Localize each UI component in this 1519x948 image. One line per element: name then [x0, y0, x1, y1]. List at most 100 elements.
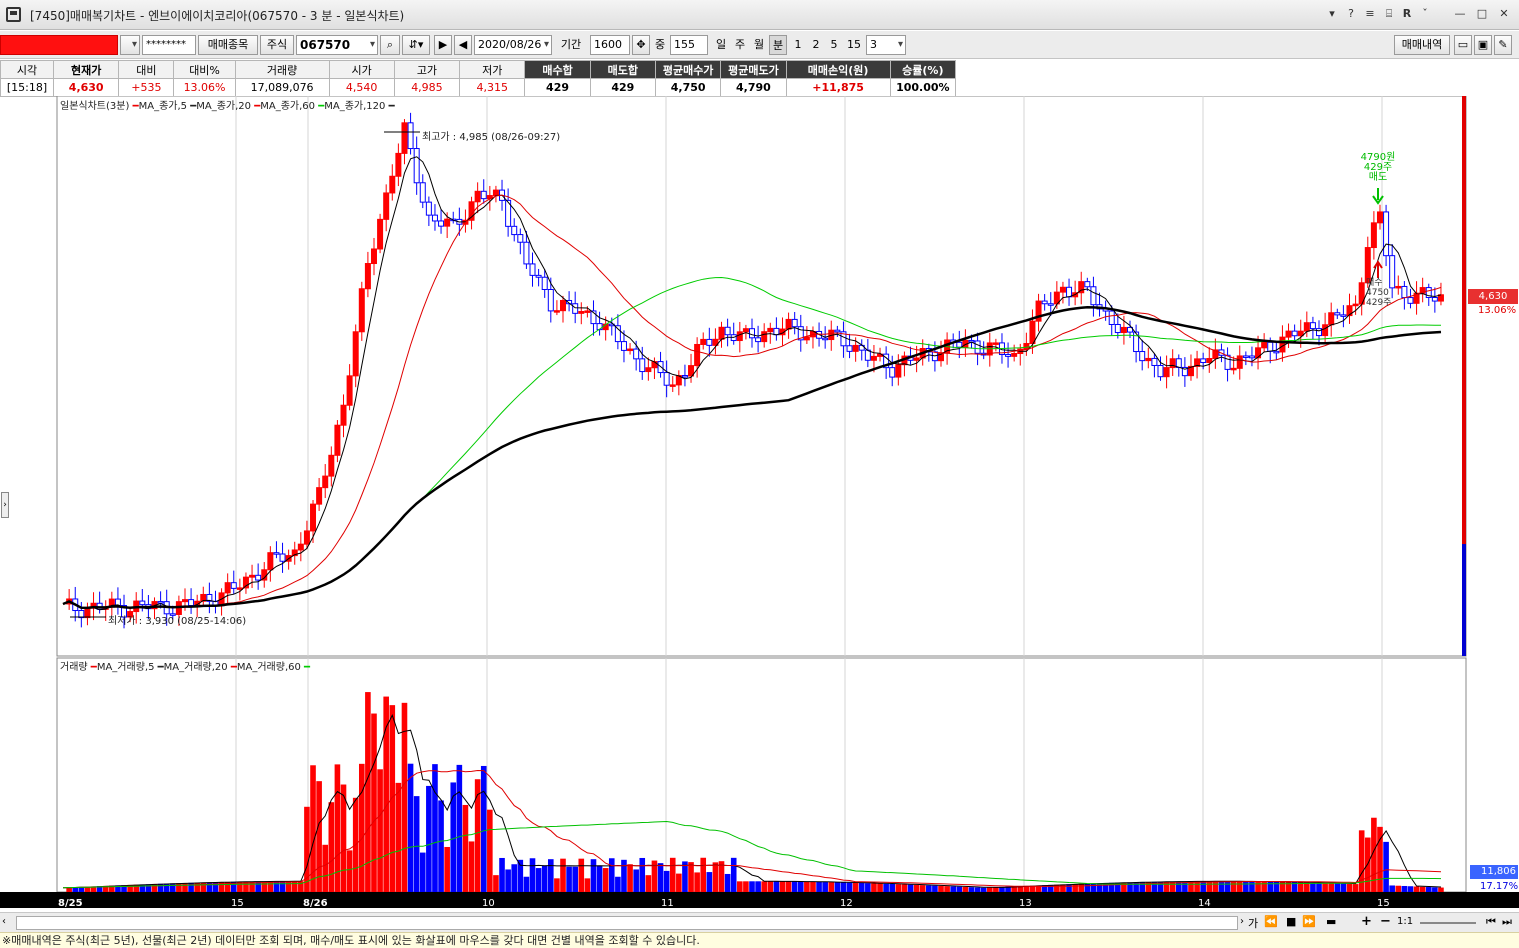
interval-5[interactable]: 5 [826, 35, 842, 55]
zoom-out-icon[interactable]: − [1380, 914, 1391, 929]
header-open: 시가 [328, 60, 395, 79]
candle-down [1224, 354, 1231, 370]
volume-bar-up [779, 881, 786, 892]
volume-bar-down [980, 887, 987, 892]
stock-code-input[interactable]: 067570 [296, 35, 378, 55]
period-input[interactable]: 1600 [590, 35, 630, 55]
legend-vma20: MA_거래량,20 [163, 662, 228, 673]
volume-bar-up [676, 873, 682, 892]
next-arrow-icon[interactable]: ▶ [434, 35, 452, 55]
interval-select[interactable]: 3 [866, 35, 906, 55]
save-icon[interactable]: ▣ [1474, 35, 1492, 55]
search-icon[interactable]: ⌕ [380, 35, 400, 55]
candle-up [700, 338, 707, 345]
candle-up [718, 326, 725, 340]
menu-dropdown-icon[interactable]: ▾ [1326, 5, 1338, 23]
chart-scrollbar[interactable]: ‹ › 가 ⏪ ■ ⏩ ▬ + − 1:1 ⏮ ⏭ [0, 912, 1519, 932]
candle-down [1041, 300, 1048, 305]
trade-items-button[interactable]: 매매종목 [198, 35, 258, 55]
candle-down [1267, 341, 1274, 352]
candle-down [681, 374, 688, 378]
volume-bar-up [1322, 883, 1328, 892]
header-pnl: 매매손익(원) [785, 60, 891, 79]
chart-canvas[interactable] [0, 96, 1519, 916]
volume-bar-up [700, 857, 707, 892]
header-high: 고가 [393, 60, 461, 79]
collapse-icon[interactable]: ˇ [1418, 5, 1432, 23]
candle-up [627, 348, 634, 352]
rewind-icon[interactable]: ⏪ [1264, 915, 1278, 928]
candle-down [157, 601, 164, 604]
volume-bar-down [1267, 881, 1274, 892]
layout-icon[interactable]: ⌸ [1382, 5, 1396, 23]
volume-bar-down [615, 876, 621, 892]
zoom-in-icon[interactable]: + [1361, 914, 1372, 929]
value-change-pct: 13.06% [173, 78, 236, 97]
info-header-row: 시각 현재가 대비 대비% 거래량 시가 고가 저가 매수합 매도합 평균매수가… [0, 60, 957, 79]
speed-slider-icon[interactable]: ▬ [1326, 915, 1336, 928]
price-panel [56, 96, 1467, 657]
xlabel-0: 8/25 [58, 898, 83, 909]
price-legend-title: 일본식차트(3분) [60, 101, 130, 112]
trade-history-button[interactable]: 매매내역 [1394, 35, 1450, 55]
candle-down [529, 263, 536, 276]
account-dropdown[interactable] [120, 35, 140, 55]
scroll-first-icon[interactable]: ⏮ [1486, 915, 1496, 929]
folder-icon[interactable]: ▭ [1454, 35, 1472, 55]
candle-down [1139, 351, 1146, 362]
candle-up [742, 328, 749, 333]
candle-up [736, 331, 743, 342]
sort-icon[interactable]: ⇵▾ [402, 35, 430, 55]
xlabel-6: 13 [1019, 898, 1032, 909]
wrench-icon[interactable]: ✎ [1494, 35, 1512, 55]
password-field[interactable]: ******** [142, 35, 196, 55]
candle-up [303, 530, 310, 545]
volume-bar-up [785, 881, 792, 892]
xlabel-1: 15 [231, 898, 244, 909]
minimize-icon[interactable]: — [1452, 5, 1468, 23]
refresh-r-icon[interactable]: R [1400, 5, 1414, 23]
close-icon[interactable]: ✕ [1496, 5, 1512, 23]
volume-bar-down [1334, 883, 1341, 892]
date-input[interactable]: 2020/08/26 [474, 35, 552, 55]
timeframe-month[interactable]: 월 [750, 35, 768, 55]
market-type-button[interactable]: 주식 [260, 35, 294, 55]
prev-arrow-icon[interactable]: ◀ [454, 35, 472, 55]
interval-1[interactable]: 1 [790, 35, 806, 55]
volume-legend-title: 거래량 [60, 662, 88, 673]
volume-bar-up [871, 883, 877, 892]
count-input[interactable]: 155 [670, 35, 708, 55]
volume-bar-up [151, 883, 158, 892]
volume-bar-down [797, 881, 804, 892]
help-icon[interactable]: ? [1345, 5, 1357, 23]
list-icon[interactable]: ≡ [1363, 5, 1377, 23]
scroll-left-icon[interactable]: ‹ [2, 916, 14, 930]
zoom-reset[interactable]: 1:1 [1397, 916, 1413, 927]
account-field[interactable] [0, 35, 118, 55]
candle-down [438, 220, 445, 227]
crosshair-icon[interactable]: ✥ [632, 35, 650, 55]
forward-icon[interactable]: ⏩ [1302, 915, 1316, 928]
candle-up [377, 218, 384, 250]
timeframe-week[interactable]: 주 [731, 35, 749, 55]
candle-down [431, 214, 438, 222]
side-expand-button[interactable]: › [1, 492, 9, 518]
chart-area[interactable]: 일본식차트(3분) ━MA_종가,5 ━MA_종가,20 ━MA_종가,60 ━… [0, 96, 1519, 916]
interval-15[interactable]: 15 [844, 35, 864, 55]
scroll-last-icon[interactable]: ⏭ [1502, 915, 1512, 929]
maximize-icon[interactable]: □ [1474, 5, 1490, 23]
timeframe-day[interactable]: 일 [712, 35, 730, 55]
volume-bar-down [1389, 885, 1395, 892]
stop-icon[interactable]: ■ [1286, 915, 1296, 928]
volume-bar-up [468, 841, 475, 892]
zoom-slider[interactable] [1420, 922, 1476, 924]
timeframe-minute[interactable]: 분 [769, 35, 787, 55]
interval-2[interactable]: 2 [808, 35, 824, 55]
candle-up [370, 248, 377, 265]
volume-bar-down [974, 887, 981, 892]
candle-down [1401, 285, 1408, 299]
header-sell-sum: 매도합 [589, 60, 656, 79]
volume-bar-up [919, 885, 926, 892]
candle-up [1279, 336, 1286, 353]
scroll-track[interactable] [16, 916, 1238, 930]
